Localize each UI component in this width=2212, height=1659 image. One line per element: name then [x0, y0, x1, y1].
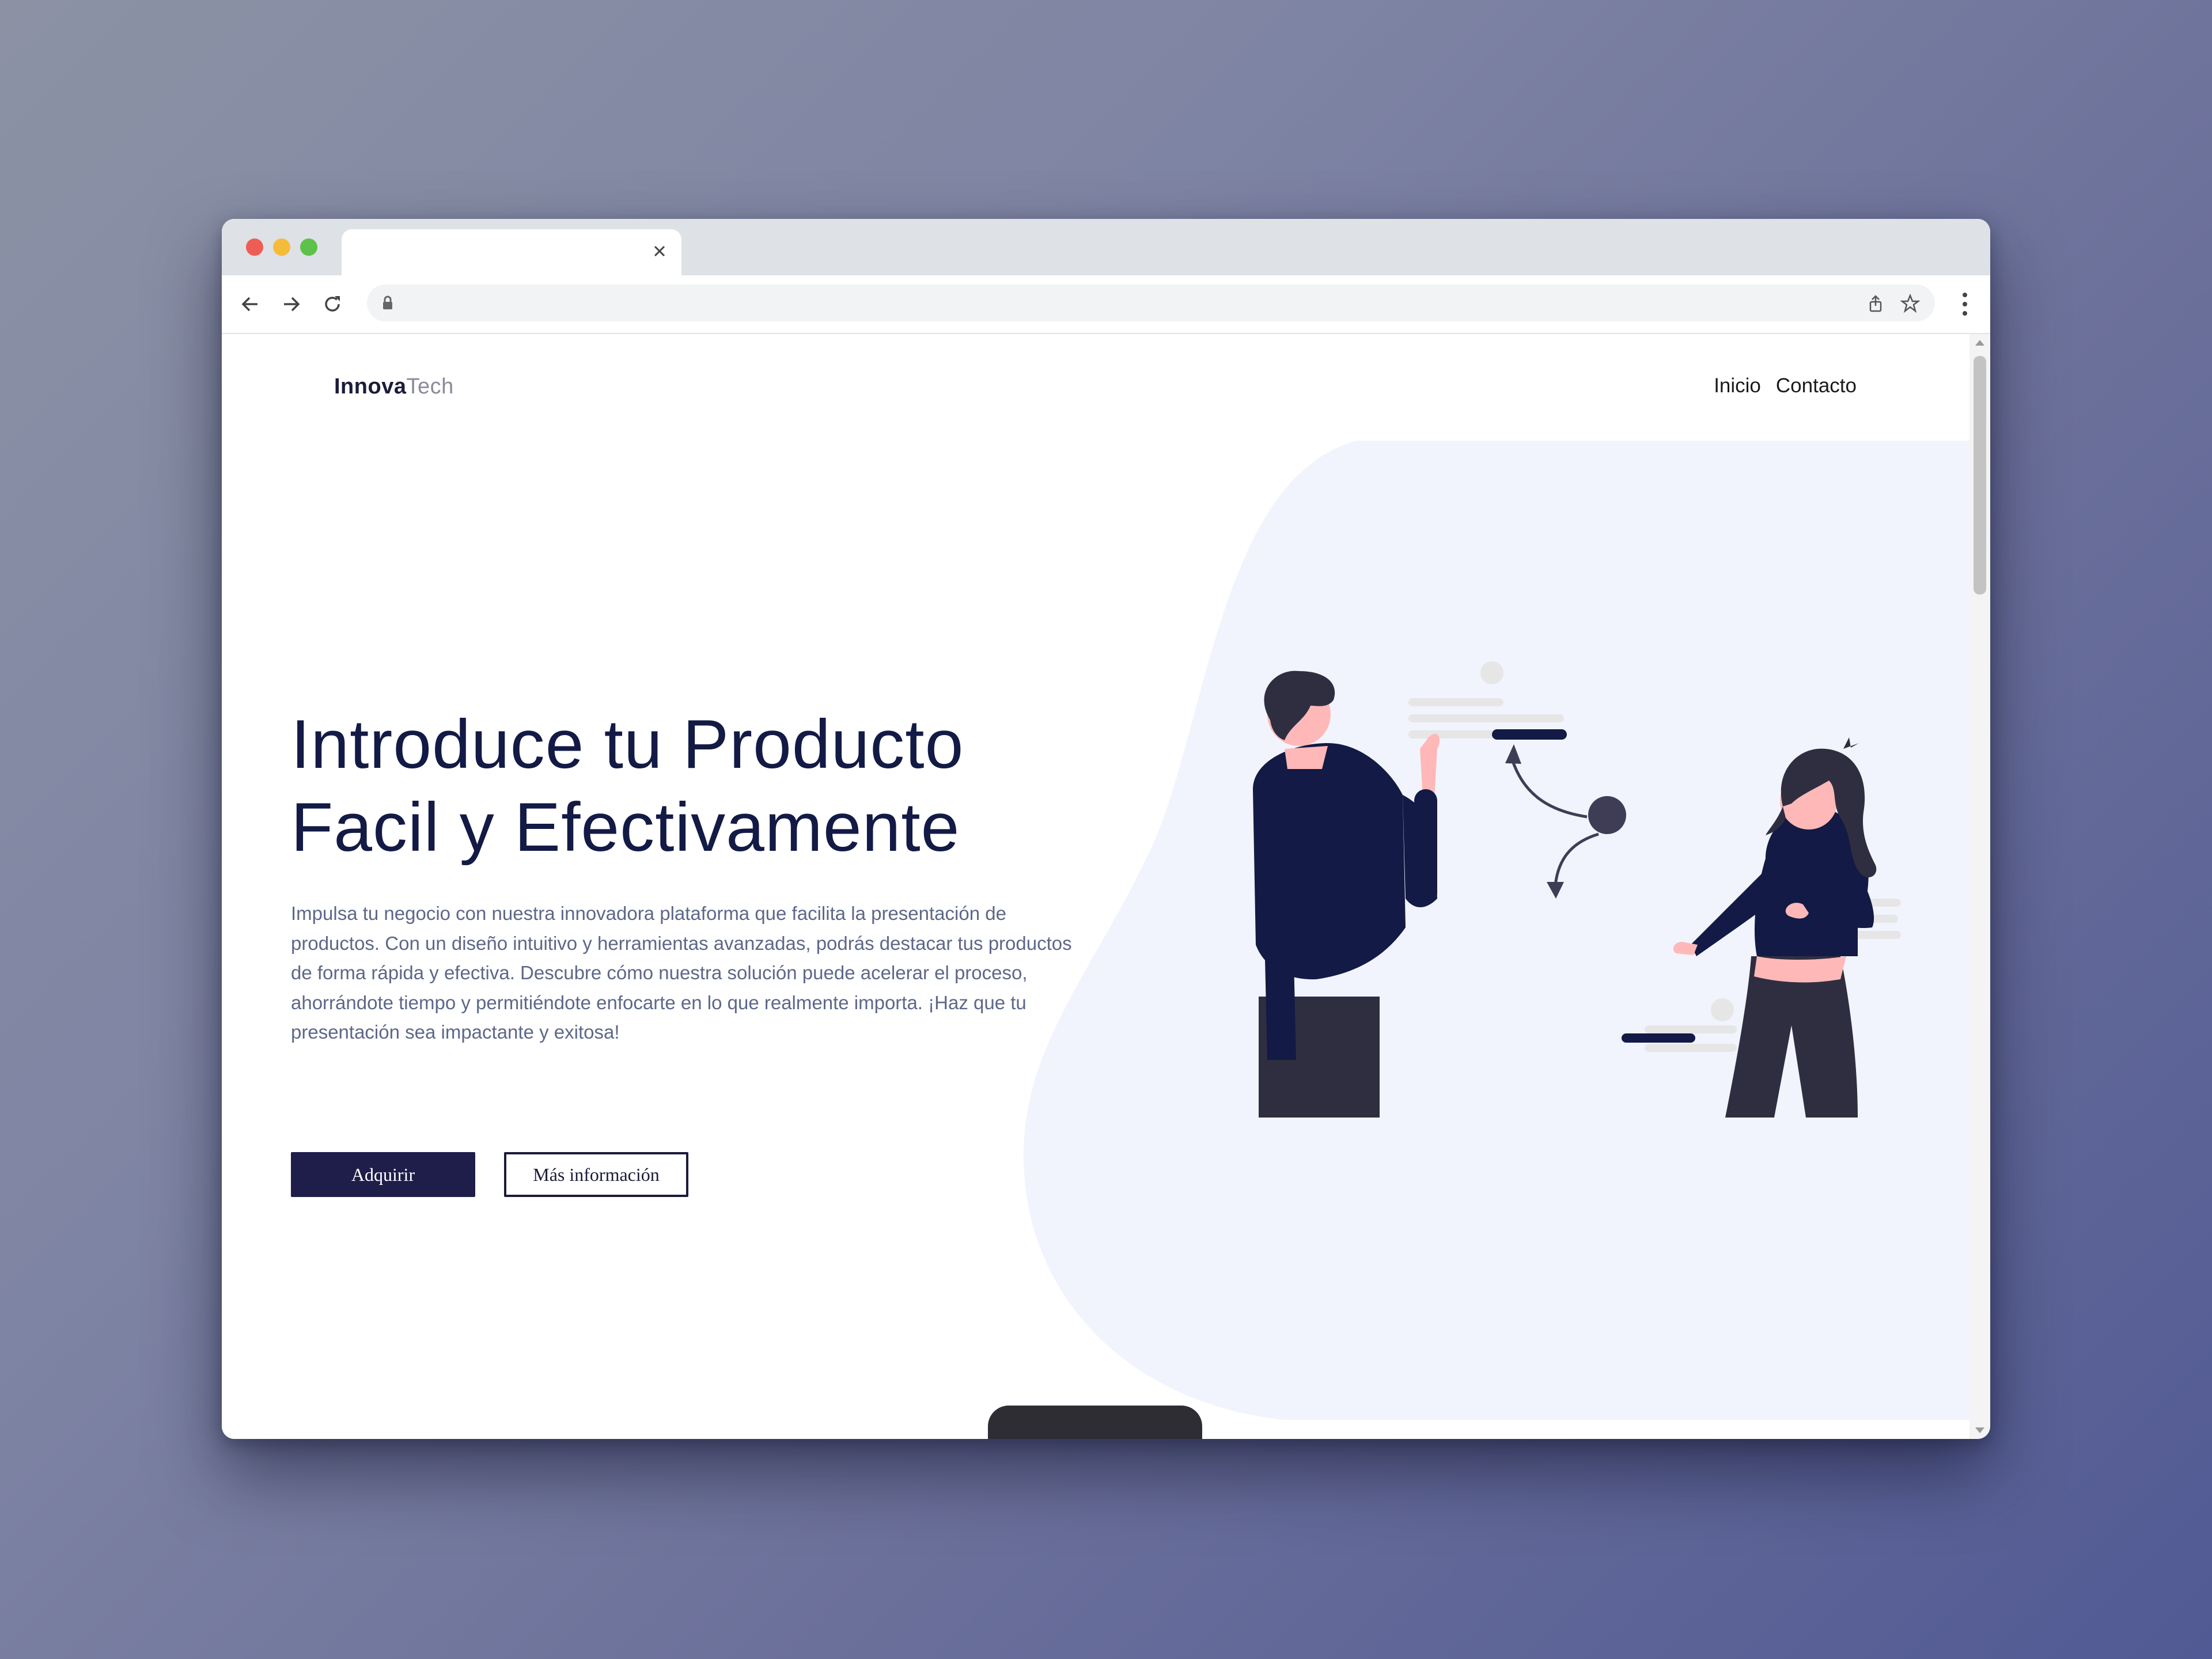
- close-window-button[interactable]: [246, 238, 263, 256]
- upper-info-card: [1408, 661, 1567, 740]
- hero-description: Impulsa tu negocio con nuestra innovador…: [291, 903, 1072, 1043]
- maximize-window-button[interactable]: [300, 238, 317, 256]
- scroll-down-icon[interactable]: [1975, 1427, 1984, 1433]
- more-vert-icon[interactable]: [1960, 291, 1969, 317]
- more-info-button[interactable]: Más información: [504, 1152, 688, 1197]
- hero-title-line-1: Introduce tu Producto: [291, 706, 964, 783]
- address-bar[interactable]: [367, 285, 1935, 321]
- share-icon[interactable]: [1866, 294, 1885, 313]
- brand-light: Tech: [406, 374, 454, 399]
- lock-icon: [383, 296, 392, 309]
- browser-toolbar: [222, 275, 1990, 334]
- scroll-thumb[interactable]: [1974, 356, 1986, 594]
- star-icon[interactable]: [1900, 294, 1920, 313]
- back-arrow-icon[interactable]: [239, 293, 262, 316]
- nav-link-inicio[interactable]: Inicio: [1714, 374, 1761, 397]
- hero-title-line-2: Facil y Efectivamente: [291, 789, 960, 866]
- woman-figure: [1673, 737, 1877, 1118]
- close-icon[interactable]: [648, 240, 671, 263]
- reload-icon[interactable]: [321, 293, 344, 316]
- page-viewport: InnovaTech Inicio Contacto Introduce tu …: [222, 334, 1969, 1439]
- tab-bar: [222, 219, 1990, 275]
- acquire-button[interactable]: Adquirir: [291, 1152, 475, 1197]
- brand-bold: Innova: [334, 374, 407, 399]
- vertical-scrollbar[interactable]: [1969, 334, 1990, 1439]
- nav-link-contacto[interactable]: Contacto: [1776, 374, 1857, 397]
- browser-window: InnovaTech Inicio Contacto Introduce tu …: [222, 219, 1990, 1439]
- browser-tab[interactable]: [342, 229, 681, 275]
- minimize-window-button[interactable]: [273, 238, 290, 256]
- scroll-up-icon[interactable]: [1975, 340, 1984, 346]
- dock-bar: [988, 1406, 1202, 1439]
- forward-arrow-icon[interactable]: [279, 293, 302, 316]
- hero-title: Introduce tu Producto Facil y Efectivame…: [291, 703, 1155, 869]
- flow-arrows: [1505, 744, 1626, 899]
- illustration-drawn-final: [1253, 661, 1901, 1118]
- site-logo[interactable]: InnovaTech: [334, 374, 454, 399]
- top-navigation: Inicio Contacto: [1714, 374, 1857, 397]
